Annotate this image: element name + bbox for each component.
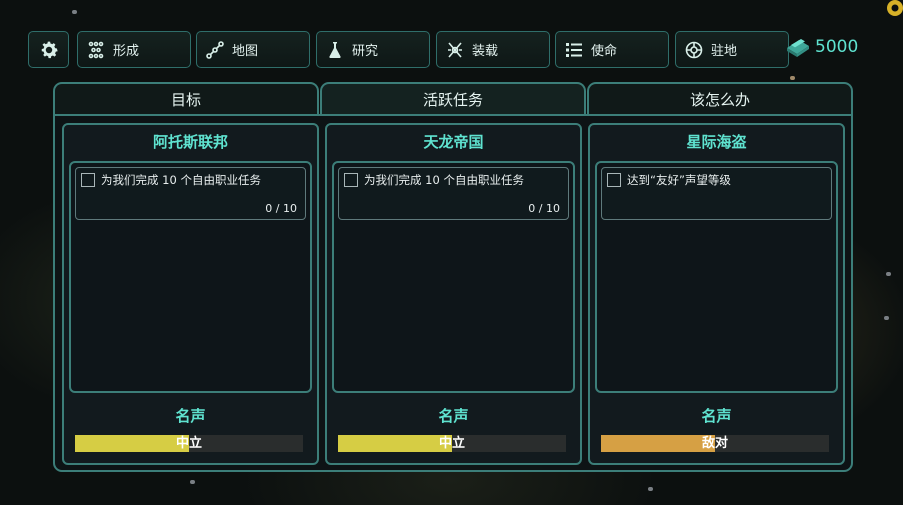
faction-name: 天龙帝国 [423,133,484,151]
mission-checkbox[interactable] [344,173,358,187]
missions-label: 使命 [591,44,618,59]
reputation-label: 名声 [701,407,732,425]
faction-card: 星际海盗 达到“友好”声望等级 名声 敌对 [588,123,845,465]
station-button[interactable]: 驻地 [675,31,789,68]
mission-item[interactable]: 达到“友好”声望等级 [601,167,832,220]
reputation-bar: 中立 [338,435,566,452]
mission-text: 为我们完成 10 个自由职业任务 [364,173,524,187]
loadout-icon [446,41,464,59]
asteroid-debris [884,316,889,320]
settings-button[interactable] [28,31,69,68]
mission-list[interactable]: 为我们完成 10 个自由职业任务 0 / 10 [69,161,312,393]
reputation-bar: 敌对 [601,435,829,452]
reputation-bar: 中立 [75,435,303,452]
reputation-value: 中立 [438,436,465,451]
map-icon [206,40,224,59]
faction-card: 阿托斯联邦 为我们完成 10 个自由职业任务 0 / 10 名声 中立 [62,123,319,465]
corner-gear-icon [883,0,903,20]
reputation-value: 中立 [175,436,202,451]
credits-display: 5000 [785,33,858,61]
credits-icon [785,36,811,58]
mission-item[interactable]: 为我们完成 10 个自由职业任务 0 / 10 [338,167,569,220]
tab-objectives[interactable]: 目标 [53,82,319,116]
mission-progress: 0 / 10 [265,202,297,215]
map-button[interactable]: 地图 [196,31,310,68]
mission-checkbox[interactable] [607,173,621,187]
faction-card: 天龙帝国 为我们完成 10 个自由职业任务 0 / 10 名声 中立 [325,123,582,465]
missions-button[interactable]: 使命 [555,31,669,68]
reputation-label: 名声 [438,407,469,425]
flask-icon [326,41,344,59]
mission-list[interactable]: 达到“友好”声望等级 [595,161,838,393]
faction-name: 阿托斯联邦 [152,133,228,151]
loadout-label: 装载 [472,44,499,59]
mission-list[interactable]: 为我们完成 10 个自由职业任务 0 / 10 [332,161,575,393]
mission-text: 为我们完成 10 个自由职业任务 [101,173,261,187]
asteroid-debris [648,487,653,491]
formation-label: 形成 [113,44,140,59]
map-label: 地图 [232,44,259,59]
tab-active-missions[interactable]: 活跃任务 [320,82,586,116]
research-button[interactable]: 研究 [316,31,430,68]
research-label: 研究 [352,44,379,59]
mission-item[interactable]: 为我们完成 10 个自由职业任务 0 / 10 [75,167,306,220]
formation-button[interactable]: 形成 [77,31,191,68]
faction-name: 星际海盗 [686,133,747,151]
reputation-value: 敌对 [701,436,728,451]
asteroid-debris [790,76,795,80]
list-icon [565,41,583,59]
credits-value: 5000 [815,37,859,57]
asteroid-debris [72,10,77,14]
mission-checkbox[interactable] [81,173,95,187]
asteroid-debris [190,480,195,484]
formation-icon [87,41,105,59]
loadout-button[interactable]: 装载 [436,31,550,68]
tab-what-to-do[interactable]: 该怎么办 [587,82,853,116]
mission-progress: 0 / 10 [528,202,560,215]
asteroid-debris [886,272,891,276]
gear-icon [38,39,60,61]
station-label: 驻地 [711,44,738,59]
reputation-label: 名声 [175,407,206,425]
mission-text: 达到“友好”声望等级 [627,173,731,187]
station-icon [685,41,703,59]
